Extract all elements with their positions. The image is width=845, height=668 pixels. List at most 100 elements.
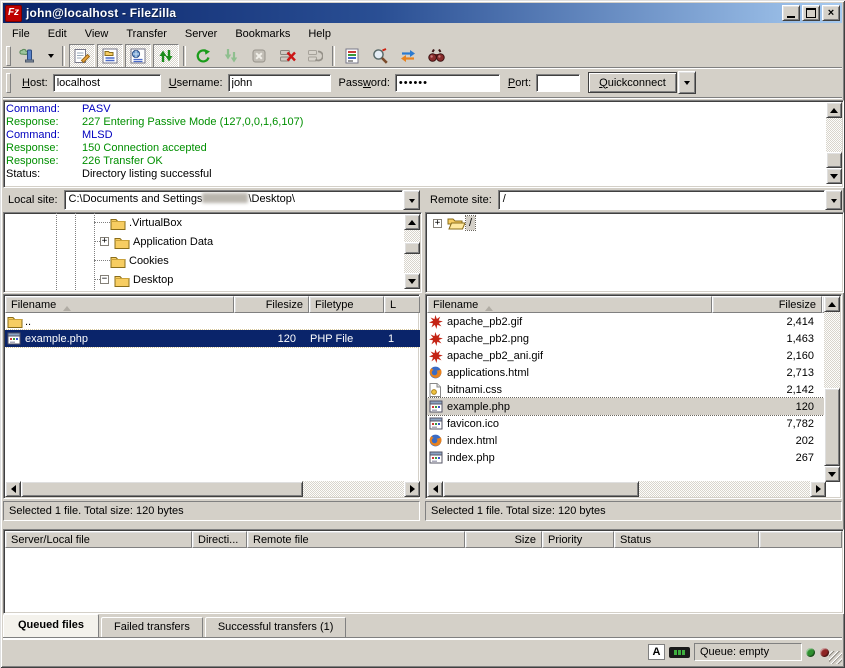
password-input[interactable] bbox=[395, 74, 500, 92]
tree-item-cookies[interactable]: Cookies bbox=[110, 252, 172, 270]
scroll-up-button[interactable] bbox=[404, 214, 420, 230]
menu-edit[interactable]: Edit bbox=[39, 26, 76, 42]
toolbar-grip[interactable] bbox=[6, 46, 11, 66]
directory-comparison-button[interactable] bbox=[367, 44, 393, 68]
scrollbar-thumb[interactable] bbox=[826, 152, 842, 168]
column-header-filesize[interactable]: Filesize bbox=[712, 296, 822, 313]
scroll-up-button[interactable] bbox=[824, 296, 840, 312]
remote-site-dropdown-button[interactable] bbox=[825, 190, 842, 210]
scroll-right-button[interactable] bbox=[810, 481, 826, 497]
resize-grip[interactable] bbox=[829, 651, 842, 664]
column-header-filesize[interactable]: Filesize bbox=[234, 296, 309, 313]
remote-site-path[interactable]: / bbox=[498, 190, 825, 210]
file-row[interactable]: apache_pb2.png1,463 bbox=[427, 330, 826, 347]
menu-help[interactable]: Help bbox=[299, 26, 340, 42]
tree-item-application-data[interactable]: Application Data bbox=[114, 233, 216, 251]
quickconnect-dropdown-button[interactable] bbox=[678, 71, 696, 94]
local-tree-scrollbar[interactable] bbox=[404, 214, 420, 289]
column-header-last-modified[interactable]: L bbox=[384, 296, 420, 313]
menu-server[interactable]: Server bbox=[176, 26, 226, 42]
scroll-right-button[interactable] bbox=[404, 481, 420, 497]
tree-expand-icon[interactable]: + bbox=[433, 219, 442, 228]
process-queue-button[interactable] bbox=[218, 44, 244, 68]
port-input[interactable] bbox=[536, 74, 580, 92]
scroll-up-button[interactable] bbox=[826, 102, 842, 118]
remote-horizontal-scrollbar[interactable] bbox=[427, 481, 826, 497]
local-horizontal-scrollbar[interactable] bbox=[5, 481, 420, 497]
title-bar[interactable]: Fz john@localhost - FileZilla × bbox=[3, 3, 842, 23]
local-site-path[interactable]: C:\Documents and Settings\Desktop\ bbox=[64, 190, 403, 210]
tree-item-desktop[interactable]: Desktop bbox=[114, 271, 176, 289]
disconnect-button[interactable] bbox=[274, 44, 300, 68]
scrollbar-thumb[interactable] bbox=[404, 242, 420, 254]
arrow-up-icon bbox=[830, 104, 838, 113]
close-button[interactable]: × bbox=[822, 5, 840, 21]
filezilla-window: Fz john@localhost - FileZilla × File Edi… bbox=[0, 0, 845, 668]
scroll-down-button[interactable] bbox=[404, 273, 420, 289]
quickconnect-button[interactable]: Quickconnect bbox=[588, 72, 677, 93]
column-header-filetype[interactable]: Filetype bbox=[309, 296, 384, 313]
file-row-example-php[interactable]: example.php 120 PHP File 1 bbox=[5, 330, 420, 347]
speed-limits-icon[interactable] bbox=[669, 647, 690, 658]
host-input[interactable] bbox=[53, 74, 161, 92]
username-input[interactable] bbox=[228, 74, 331, 92]
file-row[interactable]: favicon.ico7,782 bbox=[427, 415, 826, 432]
local-site-combo[interactable]: C:\Documents and Settings\Desktop\ bbox=[64, 190, 420, 210]
scrollbar-thumb[interactable] bbox=[21, 481, 303, 497]
tab-successful-transfers[interactable]: Successful transfers (1) bbox=[205, 617, 347, 637]
maximize-button[interactable] bbox=[802, 5, 820, 21]
remote-vertical-scrollbar[interactable] bbox=[824, 296, 840, 482]
port-label: Port: bbox=[508, 77, 531, 89]
column-header-size[interactable]: Size bbox=[465, 531, 542, 548]
toggle-message-log-button[interactable] bbox=[69, 44, 95, 68]
site-manager-button[interactable] bbox=[15, 44, 41, 68]
toggle-remote-tree-button[interactable] bbox=[125, 44, 151, 68]
tab-failed-transfers[interactable]: Failed transfers bbox=[101, 617, 203, 637]
column-header-filename[interactable]: Filename bbox=[427, 296, 712, 313]
menu-view[interactable]: View bbox=[76, 26, 118, 42]
file-row[interactable]: bitnami.css2,142 bbox=[427, 381, 826, 398]
scroll-left-button[interactable] bbox=[427, 481, 443, 497]
file-row-parent-dir[interactable]: .. bbox=[5, 313, 420, 330]
column-header-remote-file[interactable]: Remote file bbox=[247, 531, 465, 548]
find-files-button[interactable] bbox=[423, 44, 449, 68]
scrollbar-thumb[interactable] bbox=[824, 388, 840, 466]
directory-listing-filters-button[interactable] bbox=[339, 44, 365, 68]
column-header-filename[interactable]: Filename bbox=[5, 296, 234, 313]
tree-item-root[interactable]: / bbox=[447, 214, 475, 232]
menu-transfer[interactable]: Transfer bbox=[117, 26, 176, 42]
file-row[interactable]: apache_pb2.gif2,414 bbox=[427, 313, 826, 330]
quickconnect-grip[interactable] bbox=[6, 73, 11, 93]
file-row[interactable]: index.php267 bbox=[427, 449, 826, 466]
refresh-button[interactable] bbox=[190, 44, 216, 68]
menu-file[interactable]: File bbox=[3, 26, 39, 42]
toggle-transfer-queue-button[interactable] bbox=[153, 44, 179, 68]
file-row-selected[interactable]: example.php120 bbox=[427, 398, 826, 415]
scroll-down-button[interactable] bbox=[826, 168, 842, 184]
local-site-dropdown-button[interactable] bbox=[403, 190, 420, 210]
column-header-status[interactable]: Status bbox=[614, 531, 759, 548]
site-manager-dropdown-button[interactable] bbox=[43, 44, 58, 68]
scroll-down-button[interactable] bbox=[824, 466, 840, 482]
tree-collapse-icon[interactable]: − bbox=[100, 275, 109, 284]
tab-queued-files[interactable]: Queued files bbox=[3, 614, 99, 637]
log-scrollbar[interactable] bbox=[826, 102, 842, 184]
file-row[interactable]: index.html202 bbox=[427, 432, 826, 449]
tree-item-virtualbox[interactable]: .VirtualBox bbox=[110, 214, 185, 232]
synchronized-browsing-button[interactable] bbox=[395, 44, 421, 68]
minimize-button[interactable] bbox=[782, 5, 800, 21]
tree-expand-icon[interactable]: + bbox=[100, 237, 109, 246]
menu-bookmarks[interactable]: Bookmarks bbox=[226, 26, 299, 42]
reconnect-button[interactable] bbox=[302, 44, 328, 68]
column-header-server-local-file[interactable]: Server/Local file bbox=[5, 531, 192, 548]
cancel-operation-button[interactable] bbox=[246, 44, 272, 68]
file-row[interactable]: apache_pb2_ani.gif2,160 bbox=[427, 347, 826, 364]
file-row[interactable]: applications.html2,713 bbox=[427, 364, 826, 381]
scrollbar-thumb[interactable] bbox=[443, 481, 639, 497]
toggle-local-tree-button[interactable] bbox=[97, 44, 123, 68]
chevron-down-icon bbox=[48, 54, 54, 61]
column-header-direction[interactable]: Directi... bbox=[192, 531, 247, 548]
column-header-priority[interactable]: Priority bbox=[542, 531, 614, 548]
remote-site-combo[interactable]: / bbox=[498, 190, 842, 210]
scroll-left-button[interactable] bbox=[5, 481, 21, 497]
